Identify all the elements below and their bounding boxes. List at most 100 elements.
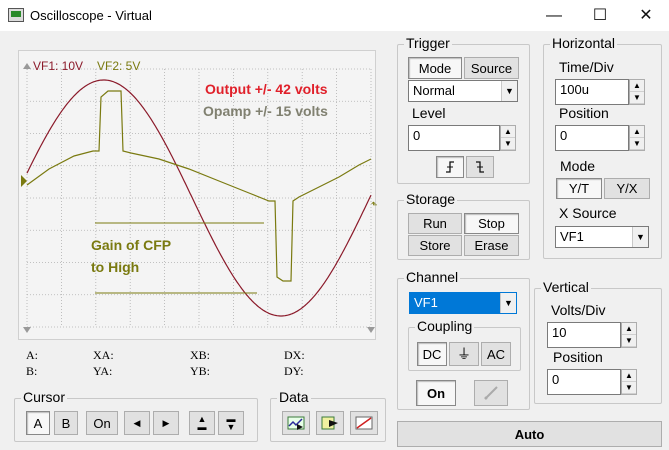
- minimize-button[interactable]: —: [531, 0, 577, 31]
- stop-button[interactable]: Stop: [464, 213, 519, 234]
- trigger-source-button[interactable]: Source: [464, 57, 519, 79]
- spin-down-icon: ▼: [630, 138, 644, 150]
- h-position-label: Position: [559, 105, 609, 121]
- spin-up-icon: ▲: [630, 126, 644, 138]
- readout-b: B:: [26, 364, 38, 378]
- trigger-level-label: Level: [412, 105, 446, 121]
- time-div-spinner[interactable]: ▲ ▼: [629, 79, 645, 105]
- storage-group-label: Storage: [404, 191, 458, 207]
- annotation-gain-line1: Gain of CFP: [91, 237, 172, 253]
- annotation-output: Output +/- 42 volts: [205, 81, 328, 97]
- x-source-value: VF1: [560, 229, 584, 244]
- store-button[interactable]: Store: [408, 235, 462, 256]
- falling-edge-icon: [476, 161, 484, 173]
- vf1-label: VF1: 10V: [33, 59, 84, 73]
- trigger-falling-edge-button[interactable]: [466, 156, 494, 178]
- h-position-input[interactable]: 0: [555, 125, 629, 151]
- coupling-dc-button[interactable]: DC: [417, 342, 447, 366]
- auto-button[interactable]: Auto: [397, 421, 662, 447]
- channel-value: VF1: [414, 295, 438, 310]
- cursor-on-button[interactable]: On: [86, 411, 118, 435]
- volts-div-label: Volts/Div: [551, 302, 606, 318]
- marker-bottom-left: [23, 327, 31, 333]
- readout-dx: DX:: [284, 348, 305, 362]
- trigger-rising-edge-button[interactable]: [436, 156, 464, 178]
- spin-down-icon: ▼: [622, 335, 636, 347]
- maximize-button[interactable]: ☐: [577, 0, 623, 31]
- rising-edge-icon: [446, 161, 454, 173]
- time-div-label: Time/Div: [559, 59, 614, 75]
- window-title: Oscilloscope - Virtual: [30, 8, 152, 23]
- export-chart-icon: [287, 416, 305, 430]
- volts-div-input[interactable]: 10: [547, 322, 621, 348]
- chevron-down-icon[interactable]: ▼: [501, 81, 517, 101]
- trigger-mode-value: Normal: [413, 83, 455, 98]
- x-source-label: X Source: [559, 205, 617, 221]
- cursor-down-button[interactable]: ▬ ▼: [218, 411, 244, 435]
- readout-dy: DY:: [284, 364, 304, 378]
- spin-up-icon: ▲: [622, 323, 636, 335]
- save-data-icon: [321, 416, 338, 430]
- trigger-marker-top: [23, 63, 31, 69]
- v-position-input[interactable]: 0: [547, 369, 621, 395]
- chevron-down-icon[interactable]: ▼: [500, 293, 516, 313]
- erase-button[interactable]: Erase: [464, 235, 519, 256]
- spin-down-icon: ▼: [501, 138, 515, 150]
- cursor-right-button[interactable]: ▶: [153, 411, 179, 435]
- trigger-group-label: Trigger: [404, 35, 452, 51]
- data-save-button[interactable]: [316, 411, 344, 435]
- cursor-a-button[interactable]: A: [26, 411, 50, 435]
- arrow-left-icon: ◀: [133, 417, 141, 428]
- chevron-down-icon[interactable]: ▼: [632, 227, 648, 247]
- trigger-mode-select[interactable]: Normal ▼: [408, 80, 518, 102]
- vf2-ref-marker: [21, 175, 27, 187]
- trigger-mode-button[interactable]: Mode: [408, 57, 462, 79]
- title-bar: Oscilloscope - Virtual — ☐ ✕: [0, 0, 669, 31]
- channel-probe-button[interactable]: [474, 380, 508, 406]
- clear-trace-icon: [355, 416, 373, 430]
- data-clear-button[interactable]: [350, 411, 378, 435]
- cursor-group-label: Cursor: [21, 389, 68, 405]
- run-button[interactable]: Run: [408, 213, 462, 234]
- v-position-spinner[interactable]: ▲ ▼: [621, 369, 637, 395]
- h-mode-label: Mode: [560, 158, 596, 174]
- v-position-label: Position: [553, 349, 603, 365]
- readout-xb: XB:: [190, 348, 211, 362]
- spin-up-icon: ▲: [622, 370, 636, 382]
- coupling-ac-button[interactable]: AC: [481, 342, 511, 366]
- coupling-group-label: Coupling: [415, 318, 475, 334]
- vf2-label: VF2: 5V: [97, 59, 141, 73]
- mode-yt-button[interactable]: Y/T: [556, 178, 602, 199]
- mode-yx-button[interactable]: Y/X: [604, 178, 650, 199]
- arrow-down-bar-icon: ▬ ▼: [226, 414, 236, 432]
- coupling-ground-button[interactable]: ⏚: [449, 342, 479, 366]
- spin-down-icon: ▼: [630, 92, 644, 104]
- annotation-gain-line2: to High: [91, 259, 140, 275]
- spin-up-icon: ▲: [501, 126, 515, 138]
- cursor-b-button[interactable]: B: [54, 411, 78, 435]
- close-button[interactable]: ✕: [623, 0, 669, 31]
- arrow-up-bar-icon: ▲ ▬: [197, 414, 207, 432]
- app-icon: [8, 8, 24, 22]
- trigger-level-input[interactable]: 0: [408, 125, 500, 151]
- annotation-opamp: Opamp +/- 15 volts: [203, 103, 328, 119]
- x-source-select[interactable]: VF1 ▼: [555, 226, 649, 248]
- readout-yb: YB:: [190, 364, 211, 378]
- scope-display: ⬑ VF1: 10V VF2: 5V Output +/- 42 volts O…: [18, 50, 377, 340]
- volts-div-spinner[interactable]: ▲ ▼: [621, 322, 637, 348]
- h-position-spinner[interactable]: ▲ ▼: [629, 125, 645, 151]
- vf2-end-marker: ⬑: [371, 200, 377, 211]
- readout-xa: XA:: [93, 348, 114, 362]
- readout-ya: YA:: [93, 364, 113, 378]
- cursor-left-button[interactable]: ◀: [124, 411, 150, 435]
- vertical-group-label: Vertical: [541, 279, 591, 295]
- arrow-right-icon: ▶: [162, 417, 170, 428]
- trigger-level-spinner[interactable]: ▲ ▼: [500, 125, 516, 151]
- cursor-up-button[interactable]: ▲ ▬: [189, 411, 215, 435]
- data-export-button[interactable]: [282, 411, 310, 435]
- probe-icon: [484, 386, 498, 400]
- time-div-input[interactable]: 100u: [555, 79, 629, 105]
- channel-on-button[interactable]: On: [416, 380, 456, 406]
- channel-group-label: Channel: [404, 269, 461, 285]
- channel-select[interactable]: VF1 ▼: [409, 292, 517, 314]
